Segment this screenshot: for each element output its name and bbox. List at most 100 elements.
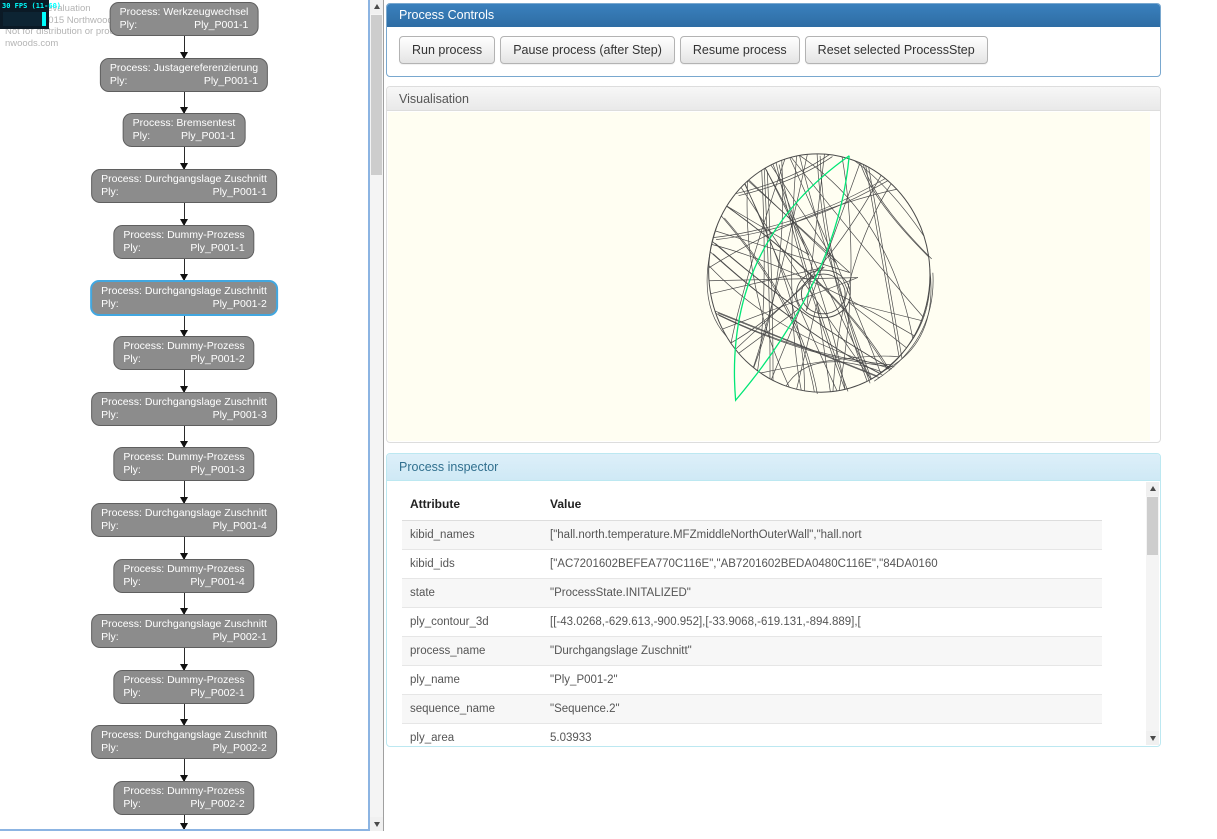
ply-value: Ply_P001-4 (213, 520, 267, 533)
flow-node[interactable]: Process: Durchgangslage ZuschnittPly:Ply… (91, 614, 277, 648)
table-row[interactable]: ply_area5.03933 (402, 724, 1102, 746)
attribute-cell: process_name (402, 637, 542, 666)
flow-node[interactable]: Process: Durchgangslage ZuschnittPly:Ply… (91, 169, 277, 203)
flow-node[interactable]: Process: Dummy-ProzessPly:Ply_P001-3 (113, 447, 254, 481)
flow-connector (184, 201, 185, 225)
visualisation-panel: Visualisation (386, 86, 1161, 443)
table-row[interactable]: kibid_ids["AC7201602BEFEA770C116E","AB72… (402, 550, 1102, 579)
node-ply-label: Ply: Ply_P001-1 (123, 242, 244, 255)
value-cell: "ProcessState.INITALIZED" (542, 579, 1102, 608)
ply-value: Ply_P001-1 (190, 242, 244, 255)
process-inspector-title: Process inspector (387, 454, 1160, 481)
node-process-label: Process: Durchgangslage Zuschnitt (101, 173, 267, 186)
node-ply-label: Ply:Ply_P002-2 (123, 798, 244, 811)
process-inspector-body: AttributeValue kibid_names["hall.north.t… (388, 482, 1159, 745)
scroll-up-button[interactable] (1146, 482, 1159, 496)
wireframe-line (713, 178, 885, 237)
node-ply-label: Ply:Ply_P001-2 (101, 298, 267, 311)
flow-connector (184, 34, 185, 58)
node-ply-label: Ply:Ply_P001-4 (123, 576, 244, 589)
ply-value: Ply_P001-4 (190, 576, 244, 589)
flow-node[interactable]: Process: Durchgangslage ZuschnittPly:Ply… (91, 392, 277, 426)
table-row[interactable]: state"ProcessState.INITALIZED" (402, 579, 1102, 608)
node-process-label: Process: Durchgangslage Zuschnitt (101, 618, 267, 631)
flow-node[interactable]: Process: BremsentestPly:Ply_P001-1 (123, 113, 246, 147)
node-ply-label: Ply:Ply_P001-3 (101, 409, 267, 422)
run-process-button[interactable]: Run process (399, 36, 495, 64)
attribute-table: AttributeValue kibid_names["hall.north.t… (402, 486, 1102, 745)
table-row[interactable]: ply_name"Ply_P001-2" (402, 666, 1102, 695)
ply-value: Ply_P002-2 (190, 798, 244, 811)
flow-connector (184, 479, 185, 503)
node-process-label: Process: Werkzeugwechsel (120, 6, 249, 19)
fps-meter: 30 FPS (11-60) (0, 0, 49, 29)
process-flow-diagram[interactable]: GoJS 1.5 evaluation (c) 1998-2015 Northw… (0, 0, 370, 831)
fps-bar (42, 12, 46, 26)
process-controls-panel: Process Controls Run processPause proces… (386, 3, 1161, 77)
node-process-label: Process: Dummy-Prozess (123, 229, 244, 242)
flow-node[interactable]: Process: Durchgangslage ZuschnittPly:Ply… (91, 503, 277, 537)
table-row[interactable]: kibid_names["hall.north.temperature.MFZm… (402, 521, 1102, 550)
flow-node[interactable]: Process: Dummy-ProzessPly: Ply_P001-1 (113, 225, 254, 259)
watermark-line: nwoods.com (5, 38, 158, 50)
ply-key: Ply: (123, 242, 141, 255)
column-header: Value (542, 486, 1102, 521)
flow-node[interactable]: Process: Dummy-ProzessPly:Ply_P002-1 (113, 670, 254, 704)
ply-value: Ply_P001-1 (194, 19, 248, 32)
arrow-up-icon (374, 4, 380, 9)
scrollbar-thumb[interactable] (1147, 497, 1158, 555)
fps-graph (3, 12, 46, 26)
node-process-label: Process: Durchgangslage Zuschnitt (101, 507, 267, 520)
value-cell: "Ply_P001-2" (542, 666, 1102, 695)
attribute-cell: sequence_name (402, 695, 542, 724)
ply-key: Ply: (110, 75, 128, 88)
flow-node[interactable]: Process: WerkzeugwechselPly: Ply_P001-1 (110, 2, 259, 36)
scroll-down-button[interactable] (1146, 731, 1159, 745)
wireframe-line (820, 156, 870, 383)
ply-key: Ply: (101, 631, 119, 644)
node-ply-label: Ply:Ply_P001-3 (123, 464, 244, 477)
ply-value: Ply_P001-1 (181, 130, 235, 143)
ply-key: Ply: (133, 130, 151, 143)
flow-node[interactable]: Process: Dummy-ProzessPly:Ply_P001-2 (113, 336, 254, 370)
ply-key: Ply: (120, 19, 138, 32)
diagram-scrollbar[interactable] (370, 0, 384, 831)
node-process-label: Process: Justagereferenzierung (110, 62, 258, 75)
flow-connector (184, 257, 185, 280)
flow-node[interactable]: Process: JustagereferenzierungPly:Ply_P0… (100, 58, 268, 92)
process-inspector-panel: Process inspector AttributeValue kibid_n… (386, 453, 1161, 747)
node-ply-label: Ply:Ply_P002-2 (101, 742, 267, 755)
value-cell: 5.03933 (542, 724, 1102, 746)
flow-node[interactable]: Process: Dummy-ProzessPly:Ply_P002-2 (113, 781, 254, 815)
ply-wireframe-canvas[interactable] (388, 112, 1150, 441)
flow-connector (184, 591, 185, 614)
ply-key: Ply: (101, 186, 119, 199)
node-ply-label: Ply: Ply_P001-1 (133, 130, 236, 143)
scrollbar-thumb[interactable] (371, 15, 382, 175)
column-header: Attribute (402, 486, 542, 521)
attribute-cell: kibid_ids (402, 550, 542, 579)
table-row[interactable]: sequence_name"Sequence.2" (402, 695, 1102, 724)
inspector-scrollbar[interactable] (1146, 482, 1159, 745)
arrow-up-icon (1150, 486, 1156, 491)
process-controls-title: Process Controls (387, 4, 1160, 27)
node-ply-label: Ply: Ply_P001-1 (120, 19, 249, 32)
attribute-cell: kibid_names (402, 521, 542, 550)
table-row[interactable]: process_name"Durchgangslage Zuschnitt" (402, 637, 1102, 666)
flow-node-selected[interactable]: Process: Durchgangslage ZuschnittPly:Ply… (90, 280, 278, 316)
flow-node[interactable]: Process: Dummy-ProzessPly:Ply_P001-4 (113, 559, 254, 593)
scroll-down-button[interactable] (370, 817, 383, 831)
flow-connector (184, 702, 185, 725)
value-cell: ["hall.north.temperature.MFZmiddleNorthO… (542, 521, 1102, 550)
node-ply-label: Ply:Ply_P001-1 (101, 186, 267, 199)
flow-node[interactable]: Process: Durchgangslage ZuschnittPly:Ply… (91, 725, 277, 759)
visualisation-title: Visualisation (387, 87, 1160, 111)
scroll-up-button[interactable] (370, 0, 383, 14)
node-ply-label: Ply:Ply_P001-2 (123, 353, 244, 366)
value-cell: [[-43.0268,-629.613,-900.952],[-33.9068,… (542, 608, 1102, 637)
pause-process-button[interactable]: Pause process (after Step) (500, 36, 675, 64)
arrowhead-icon (180, 823, 188, 830)
reset-processstep-button[interactable]: Reset selected ProcessStep (805, 36, 988, 64)
table-row[interactable]: ply_contour_3d[[-43.0268,-629.613,-900.9… (402, 608, 1102, 637)
resume-process-button[interactable]: Resume process (680, 36, 800, 64)
